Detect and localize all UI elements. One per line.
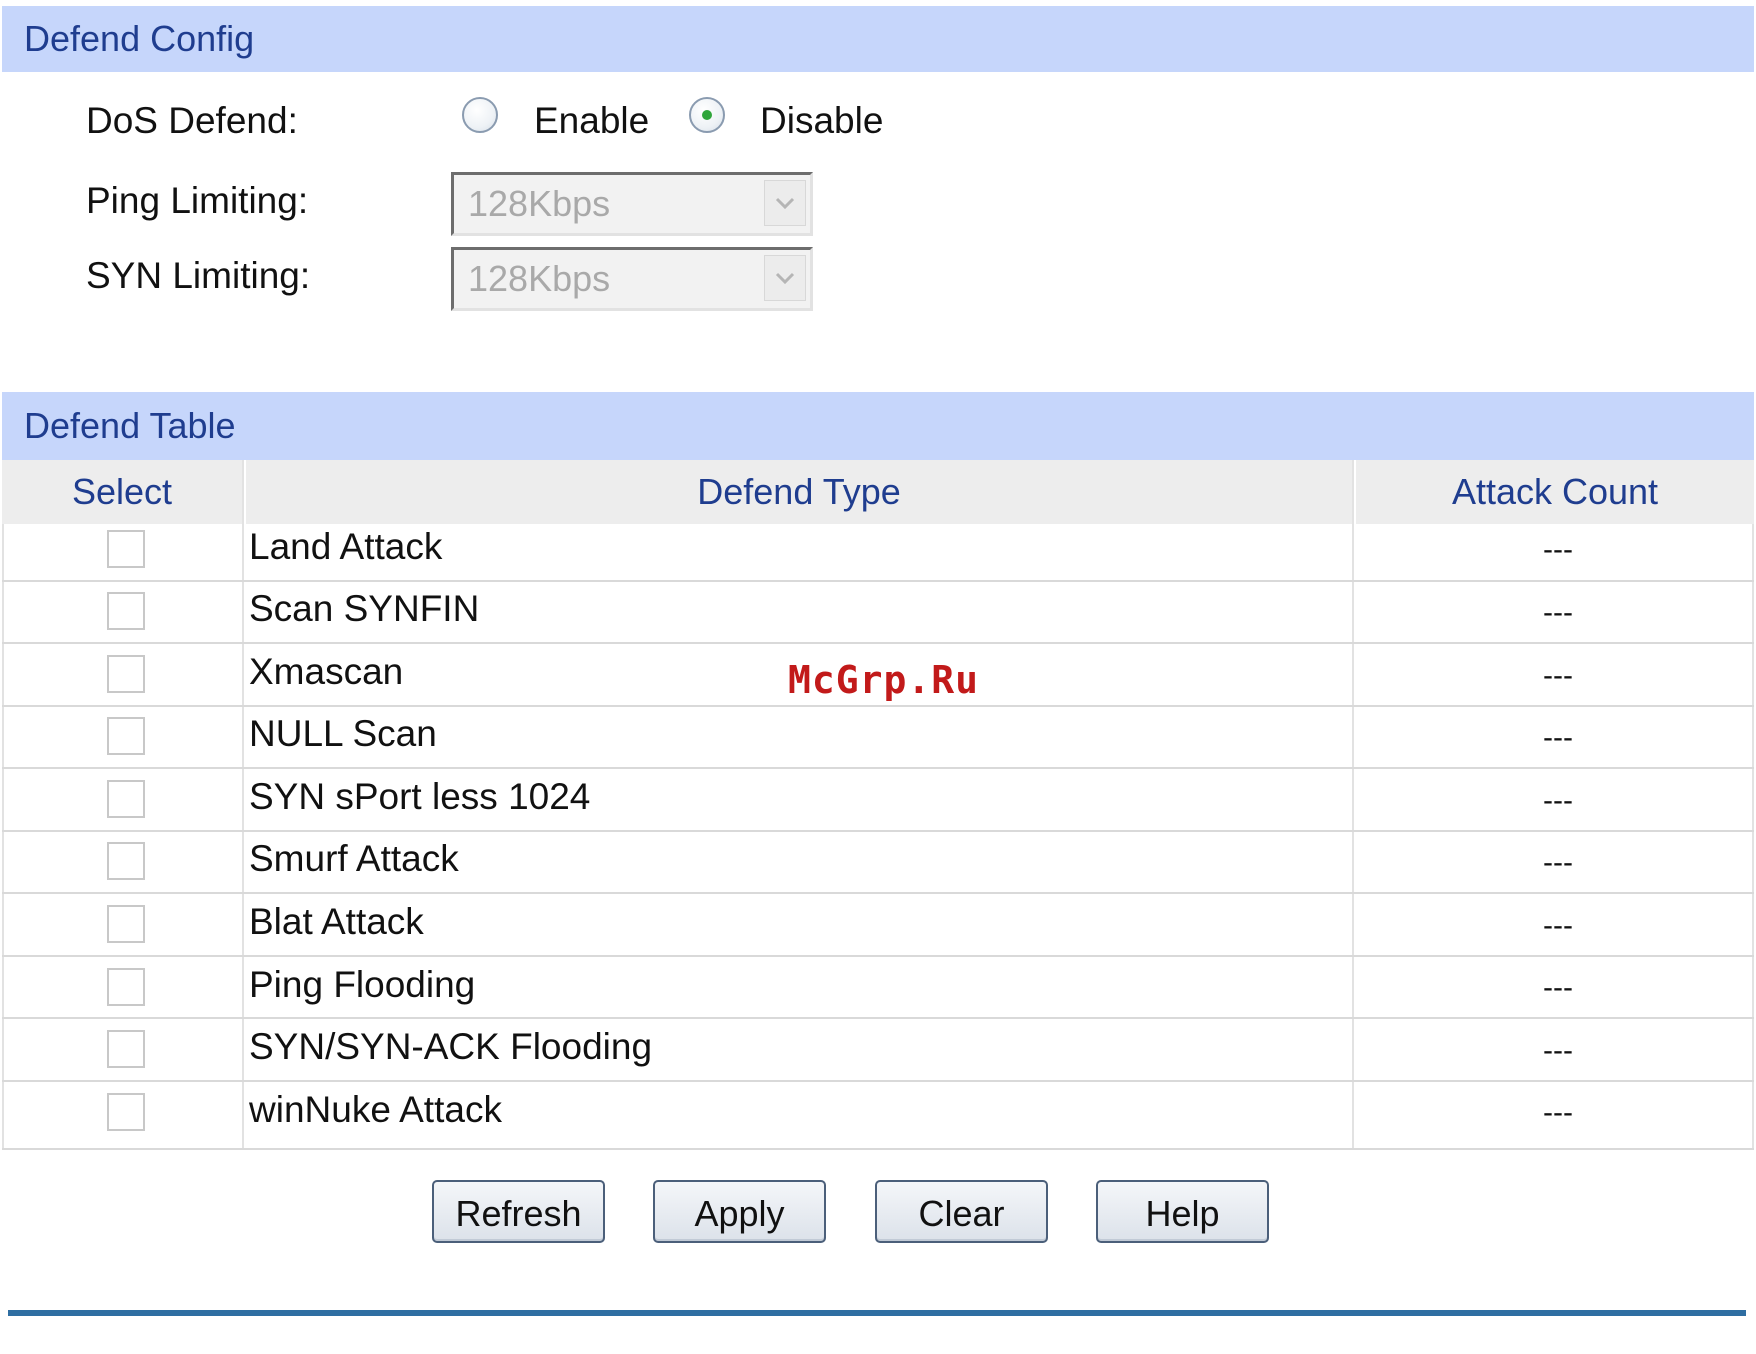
row-select-checkbox[interactable] bbox=[107, 780, 145, 818]
defend-type-cell: Xmascan bbox=[249, 651, 404, 692]
dos-enable-radio[interactable] bbox=[462, 97, 498, 133]
attack-count-cell: --- bbox=[1543, 721, 1573, 754]
clear-button[interactable]: Clear bbox=[875, 1180, 1048, 1243]
defend-type-cell: Blat Attack bbox=[249, 901, 424, 942]
syn-limiting-label: SYN Limiting: bbox=[86, 255, 311, 296]
defend-table-header: Defend Table bbox=[2, 392, 1754, 460]
syn-limiting-select[interactable]: 128Kbps bbox=[451, 247, 813, 311]
apply-button[interactable]: Apply bbox=[653, 1180, 826, 1243]
attack-count-cell: --- bbox=[1543, 659, 1573, 692]
row-divider bbox=[2, 1080, 1754, 1082]
ping-limiting-label: Ping Limiting: bbox=[86, 180, 309, 221]
defend-type-cell: Smurf Attack bbox=[249, 838, 459, 879]
attack-count-cell: --- bbox=[1543, 971, 1573, 1004]
row-select-checkbox[interactable] bbox=[107, 530, 145, 568]
refresh-button[interactable]: Refresh bbox=[432, 1180, 605, 1243]
watermark-text: McGrp.Ru bbox=[788, 658, 980, 702]
table-bottom-border bbox=[2, 1148, 1754, 1150]
attack-count-cell: --- bbox=[1543, 846, 1573, 879]
row-divider bbox=[2, 642, 1754, 644]
defend-type-cell: winNuke Attack bbox=[249, 1089, 502, 1130]
row-divider bbox=[2, 1017, 1754, 1019]
attack-count-cell: --- bbox=[1543, 784, 1573, 817]
row-divider bbox=[2, 705, 1754, 707]
row-divider bbox=[2, 580, 1754, 582]
ping-limiting-select[interactable]: 128Kbps bbox=[451, 172, 813, 236]
table-border-right bbox=[1752, 524, 1754, 1150]
row-select-checkbox[interactable] bbox=[107, 842, 145, 880]
attack-count-cell: --- bbox=[1543, 533, 1573, 566]
row-select-checkbox[interactable] bbox=[107, 1093, 145, 1131]
row-select-checkbox[interactable] bbox=[107, 655, 145, 693]
defend-type-cell: Land Attack bbox=[249, 526, 443, 567]
column-divider bbox=[242, 460, 244, 1150]
row-select-checkbox[interactable] bbox=[107, 717, 145, 755]
attack-count-cell: --- bbox=[1543, 1096, 1573, 1129]
row-select-checkbox[interactable] bbox=[107, 1030, 145, 1068]
dos-enable-label[interactable]: Enable bbox=[534, 100, 649, 142]
chevron-down-icon[interactable] bbox=[764, 180, 806, 226]
attack-count-cell: --- bbox=[1543, 596, 1573, 629]
dos-disable-label[interactable]: Disable bbox=[760, 100, 883, 142]
syn-limiting-value: 128Kbps bbox=[468, 258, 611, 299]
row-divider bbox=[2, 955, 1754, 957]
defend-type-cell: Ping Flooding bbox=[249, 964, 476, 1005]
dos-defend-label: DoS Defend: bbox=[86, 100, 298, 141]
defend-config-header: Defend Config bbox=[2, 6, 1754, 72]
help-button[interactable]: Help bbox=[1096, 1180, 1269, 1243]
bottom-divider bbox=[8, 1310, 1746, 1316]
attack-count-cell: --- bbox=[1543, 909, 1573, 942]
dos-disable-radio[interactable] bbox=[689, 97, 725, 133]
defend-type-cell: NULL Scan bbox=[249, 713, 437, 754]
defend-type-cell: SYN sPort less 1024 bbox=[249, 776, 591, 817]
column-header-defend-type: Defend Type bbox=[246, 460, 1352, 524]
ping-limiting-value: 128Kbps bbox=[468, 183, 611, 224]
row-select-checkbox[interactable] bbox=[107, 592, 145, 630]
column-header-attack-count: Attack Count bbox=[1356, 460, 1754, 524]
table-border-left bbox=[2, 524, 4, 1150]
attack-count-cell: --- bbox=[1543, 1034, 1573, 1067]
chevron-down-icon[interactable] bbox=[764, 255, 806, 301]
row-divider bbox=[2, 830, 1754, 832]
row-select-checkbox[interactable] bbox=[107, 905, 145, 943]
defend-type-cell: Scan SYNFIN bbox=[249, 588, 480, 629]
row-divider bbox=[2, 892, 1754, 894]
column-divider bbox=[1352, 460, 1354, 1150]
column-header-select: Select bbox=[2, 460, 242, 524]
defend-type-cell: SYN/SYN-ACK Flooding bbox=[249, 1026, 653, 1067]
row-select-checkbox[interactable] bbox=[107, 968, 145, 1006]
row-divider bbox=[2, 767, 1754, 769]
